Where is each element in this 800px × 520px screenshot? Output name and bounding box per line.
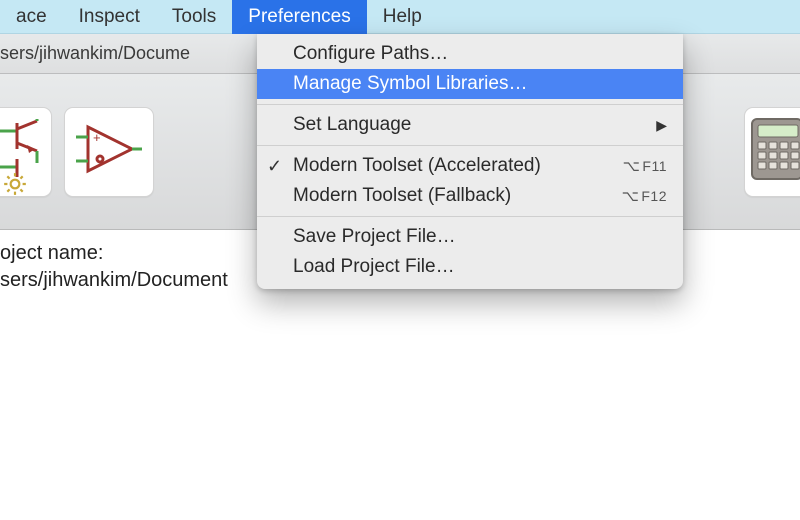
menubar: ace Inspect Tools Preferences Help <box>0 0 800 34</box>
preferences-dropdown: Configure Paths… Manage Symbol Libraries… <box>257 34 683 289</box>
menu-shortcut: ⌥F11 <box>623 157 667 175</box>
menu-separator <box>257 216 683 217</box>
menu-item-modern-toolset-accelerated[interactable]: ✓ Modern Toolset (Accelerated) ⌥F11 <box>257 151 683 181</box>
path-text: sers/jihwankim/Docume <box>0 43 190 64</box>
menu-item-configure-paths[interactable]: Configure Paths… <box>257 39 683 69</box>
menu-item-load-project-file[interactable]: Load Project File… <box>257 252 683 282</box>
menu-separator <box>257 104 683 105</box>
menu-item-label: Set Language <box>293 114 411 136</box>
menu-place[interactable]: ace <box>0 0 63 34</box>
menu-shortcut: ⌥F12 <box>622 187 667 205</box>
calculator-icon <box>748 117 800 186</box>
menu-help[interactable]: Help <box>367 0 438 34</box>
menu-item-label: Modern Toolset (Fallback) <box>293 185 511 207</box>
toolbar-opamp-button[interactable]: + <box>64 107 154 197</box>
svg-text:+: + <box>93 130 101 145</box>
menu-item-set-language[interactable]: Set Language ▶ <box>257 110 683 140</box>
toolbar-calculator-button[interactable] <box>744 107 800 197</box>
menu-item-modern-toolset-fallback[interactable]: Modern Toolset (Fallback) ⌥F12 <box>257 181 683 211</box>
menu-item-label: Save Project File… <box>293 226 456 248</box>
submenu-arrow-icon: ▶ <box>656 117 667 134</box>
menu-inspect[interactable]: Inspect <box>63 0 156 34</box>
menu-item-manage-symbol-libraries[interactable]: Manage Symbol Libraries… <box>257 69 683 99</box>
check-icon: ✓ <box>267 156 282 177</box>
menu-item-label: Configure Paths… <box>293 43 448 65</box>
menu-item-label: Manage Symbol Libraries… <box>293 73 527 95</box>
menu-separator <box>257 145 683 146</box>
menu-tools[interactable]: Tools <box>156 0 232 34</box>
menu-preferences[interactable]: Preferences <box>232 0 366 34</box>
opamp-icon: + <box>74 121 144 182</box>
gear-icon[interactable] <box>2 171 28 197</box>
menu-item-label: Load Project File… <box>293 256 455 278</box>
menu-item-save-project-file[interactable]: Save Project File… <box>257 222 683 252</box>
menu-item-label: Modern Toolset (Accelerated) <box>293 155 541 177</box>
